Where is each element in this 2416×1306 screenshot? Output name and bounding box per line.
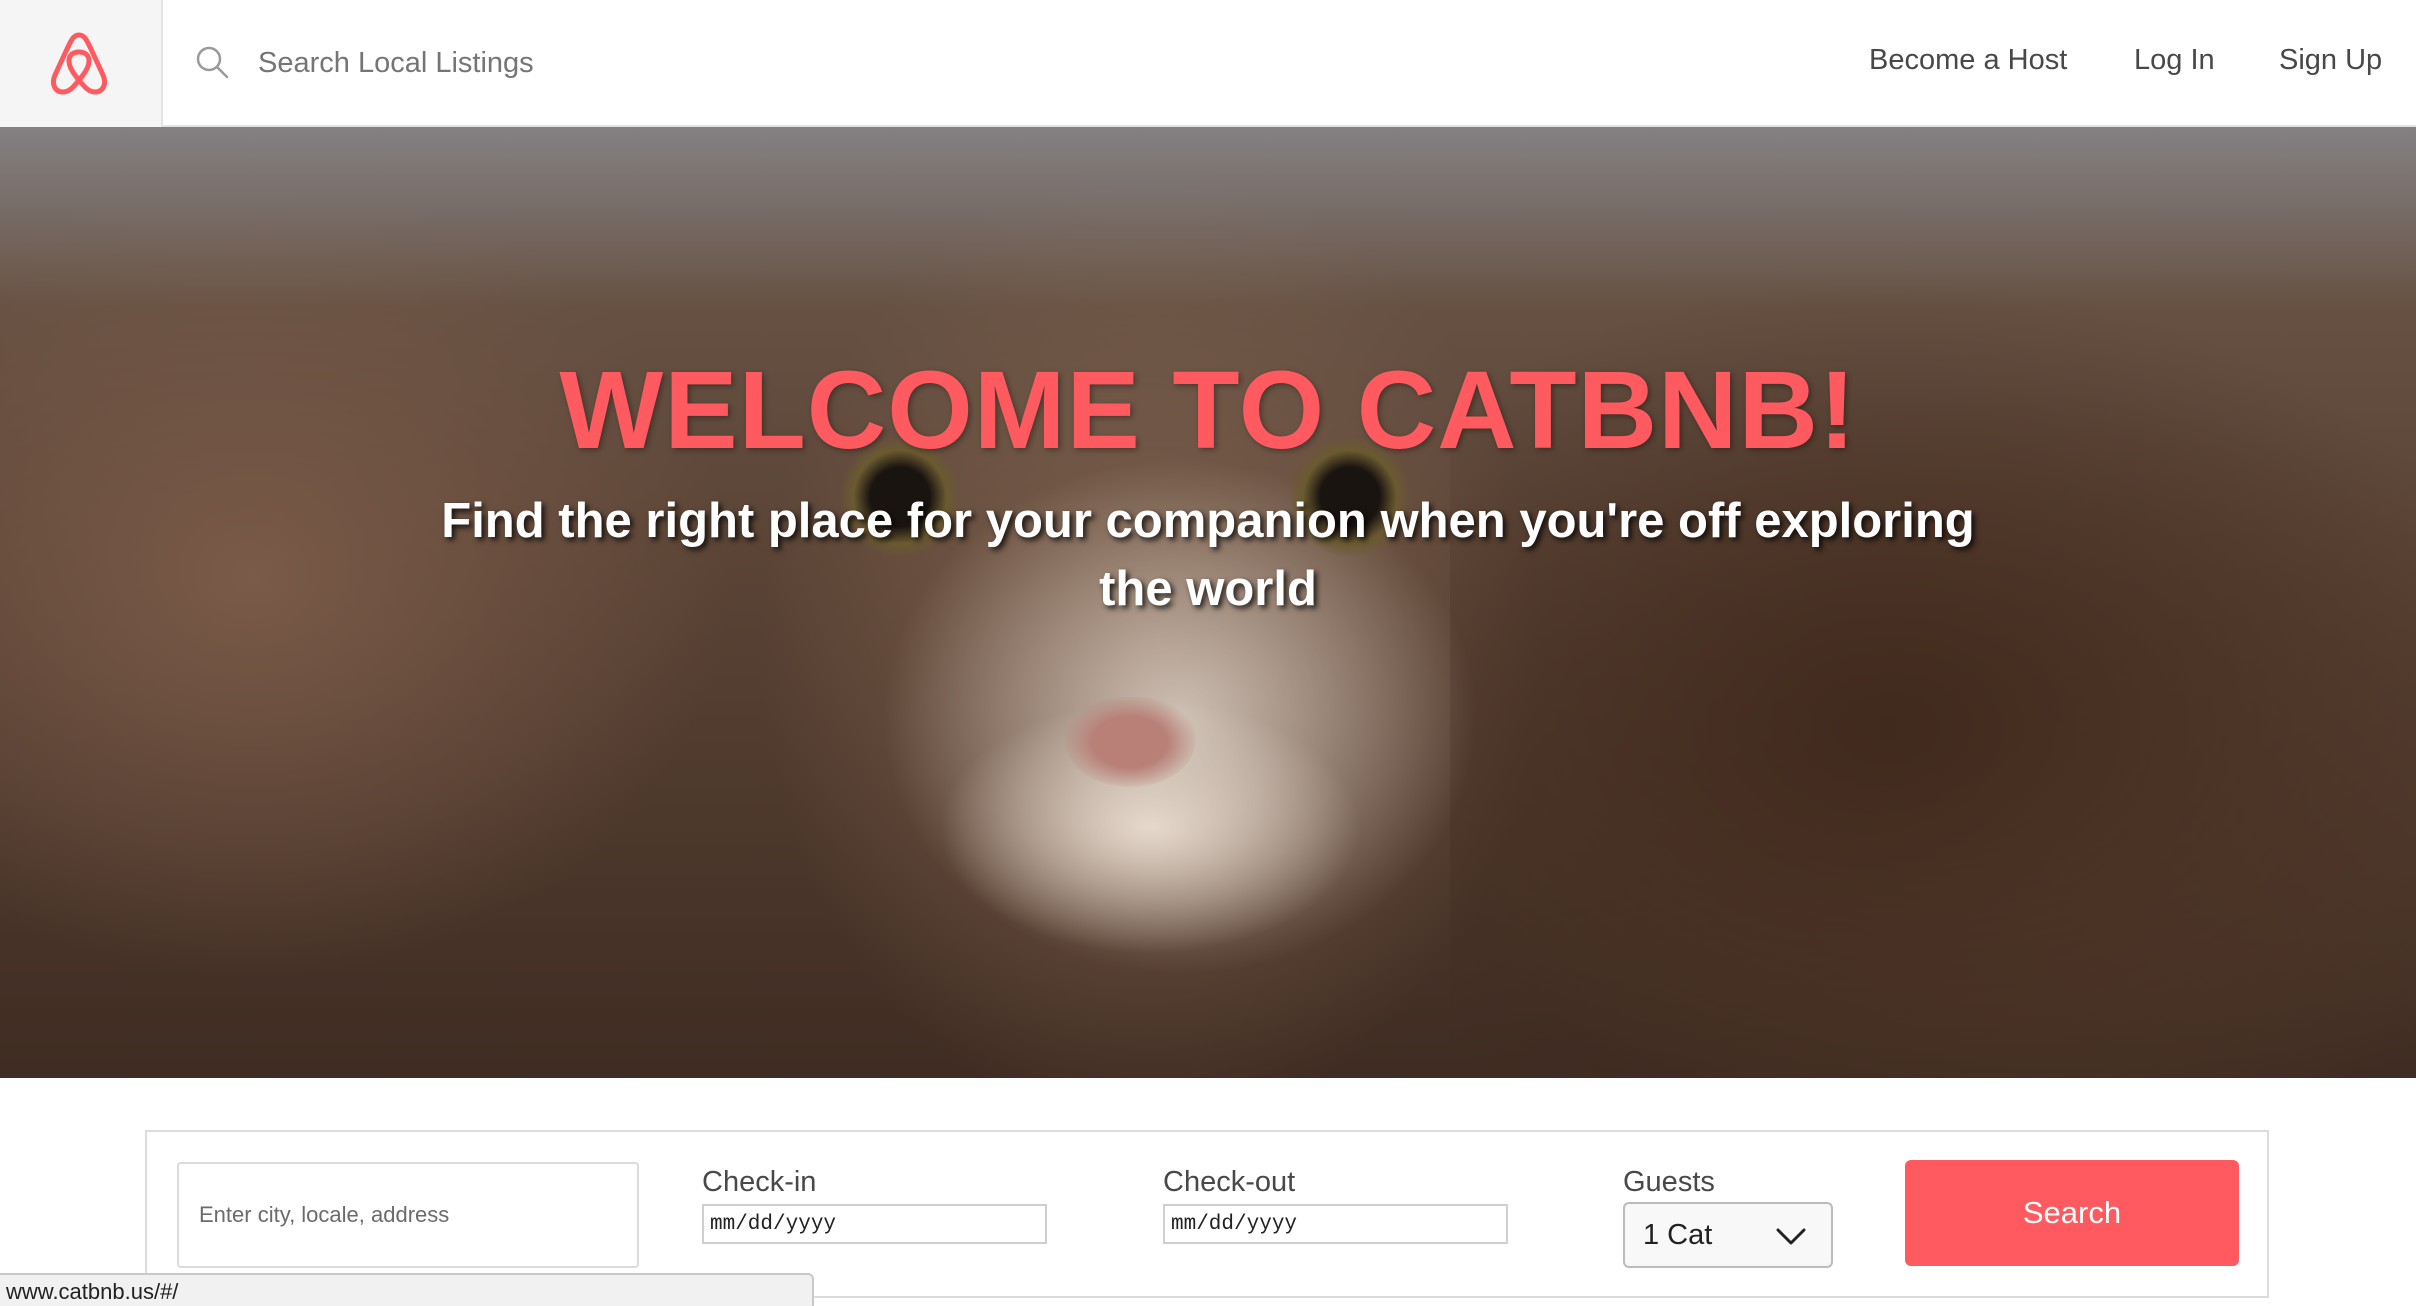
search-button[interactable]: Search (1905, 1160, 2239, 1266)
cat-nose (1065, 697, 1195, 787)
checkin-label: Check-in (702, 1166, 817, 1198)
search-icon (196, 46, 229, 79)
guests-label: Guests (1623, 1166, 1715, 1198)
location-input[interactable] (177, 1162, 639, 1268)
airbnb-logo-icon (50, 32, 108, 95)
hero-banner: WELCOME TO CATBNB! Find the right place … (0, 127, 2416, 1078)
checkout-date-value: mm/dd/yyyy (1171, 1212, 1298, 1236)
guests-select-value: 1 Cat (1643, 1218, 1713, 1251)
become-host-link[interactable]: Become a Host (1869, 44, 2067, 77)
sign-up-link[interactable]: Sign Up (2279, 44, 2382, 77)
checkout-date-input[interactable]: mm/dd/yyyy (1163, 1204, 1508, 1244)
status-url: www.catbnb.us/#/ (6, 1279, 179, 1304)
hero-subtitle: Find the right place for your companion … (441, 494, 1975, 616)
checkout-label: Check-out (1163, 1166, 1296, 1198)
top-navbar: Become a Host Log In Sign Up (0, 0, 2416, 127)
chevron-down-icon (1776, 1228, 1806, 1245)
search-input[interactable] (258, 36, 1158, 90)
checkin-date-input[interactable]: mm/dd/yyyy (702, 1204, 1047, 1244)
link-preview-status-bar: www.catbnb.us/#/ (0, 1273, 814, 1306)
log-in-link[interactable]: Log In (2134, 44, 2215, 77)
checkin-date-value: mm/dd/yyyy (710, 1212, 837, 1236)
logo-link[interactable] (0, 0, 163, 127)
guests-select[interactable]: 1 Cat (1623, 1202, 1833, 1268)
hero-title: WELCOME TO CATBNB! (559, 349, 1857, 472)
